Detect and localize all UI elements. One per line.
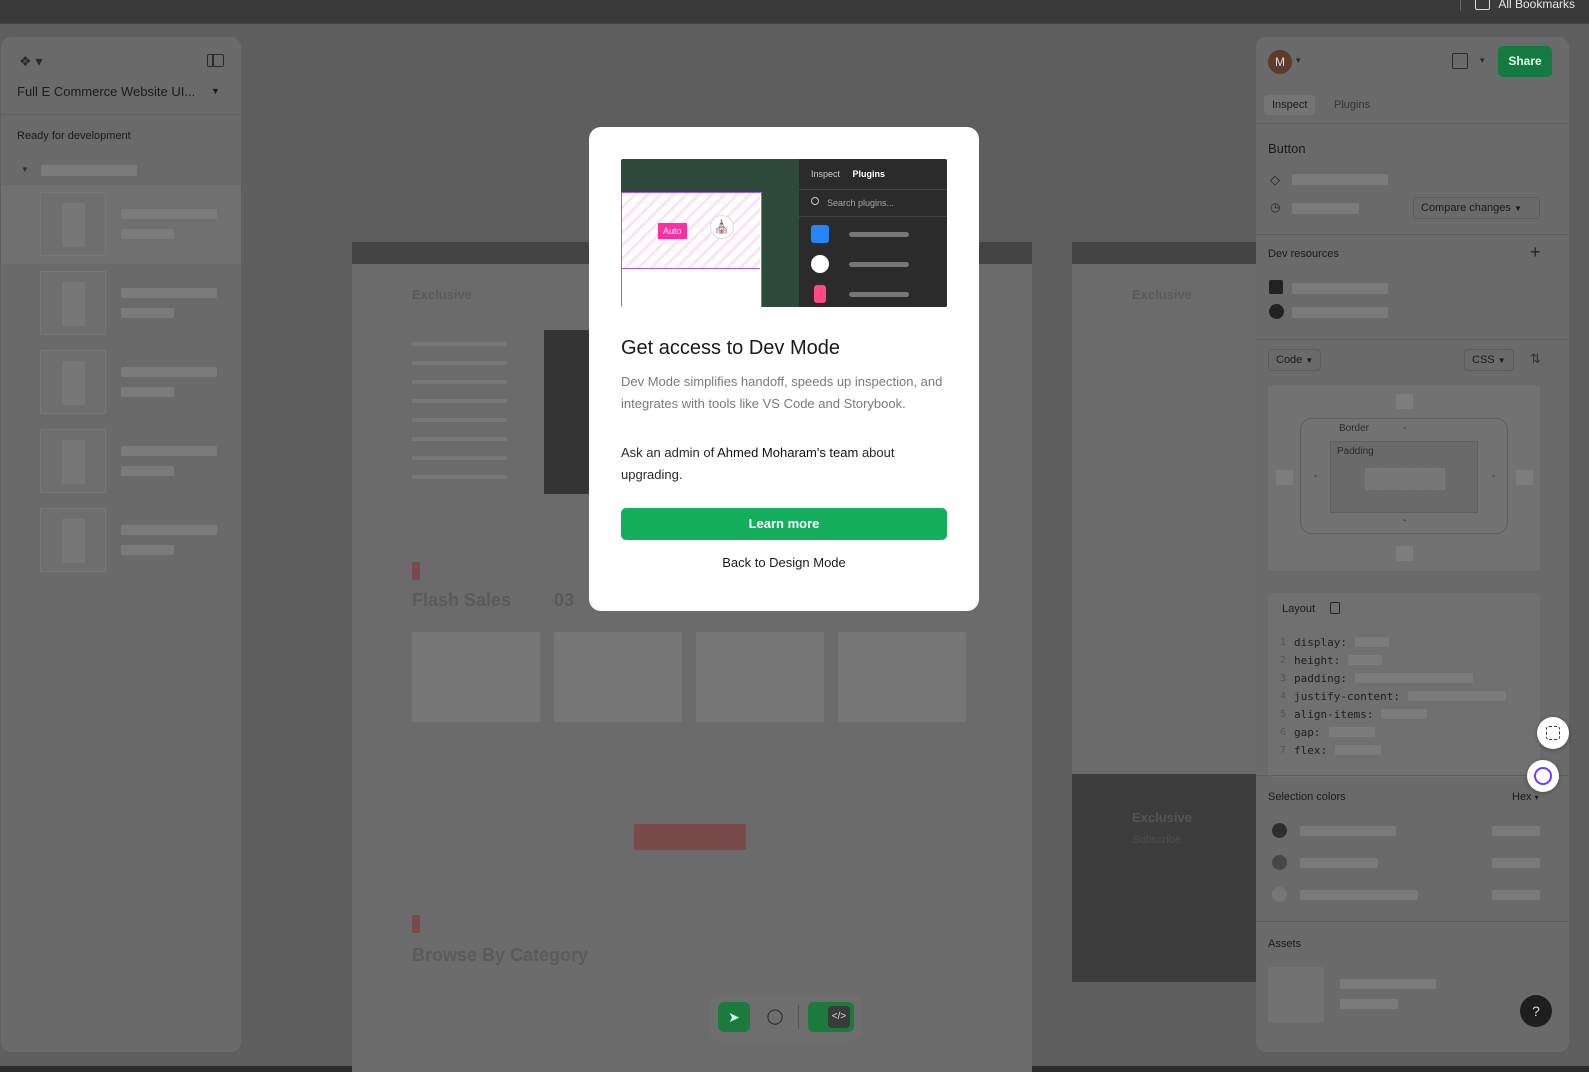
illustration-search: Search plugins... (799, 189, 947, 217)
illustration-hatch: Auto ⛪ (622, 193, 760, 269)
dev-mode-dialog: Auto ⛪ Inspect Plugins Search plugins...… (589, 127, 979, 611)
learn-more-button[interactable]: Learn more (621, 508, 947, 540)
illus-tab-inspect: Inspect (811, 169, 841, 179)
illus-tab-plugins: Plugins (852, 169, 886, 179)
dialog-title: Get access to Dev Mode (621, 337, 840, 359)
dialog-description: Dev Mode simplifies handoff, speeds up i… (621, 374, 943, 411)
jira-icon (811, 225, 829, 243)
github-icon (811, 255, 829, 273)
plugin-row (811, 285, 941, 305)
plugin-row (811, 225, 941, 245)
basket-icon: ⛪ (710, 215, 734, 239)
back-to-design-mode-button[interactable]: Back to Design Mode (621, 555, 947, 570)
illustration-sidebar: Inspect Plugins Search plugins... (799, 159, 947, 307)
auto-badge: Auto (658, 223, 687, 239)
illustration-frame: Auto ⛪ (621, 192, 762, 307)
dev-mode-illustration: Auto ⛪ Inspect Plugins Search plugins... (621, 159, 947, 307)
plugin-row (811, 255, 941, 275)
team-name: Ahmed Moharam's team (717, 445, 859, 460)
illus-search-placeholder: Search plugins... (827, 198, 895, 208)
modal-backdrop: Auto ⛪ Inspect Plugins Search plugins...… (0, 0, 1589, 1066)
illustration-tabs: Inspect Plugins (811, 169, 885, 179)
storybook-icon (814, 285, 826, 303)
search-icon (811, 197, 819, 205)
dialog-ask-admin: Ask an admin of Ahmed Moharam's team abo… (621, 445, 895, 482)
